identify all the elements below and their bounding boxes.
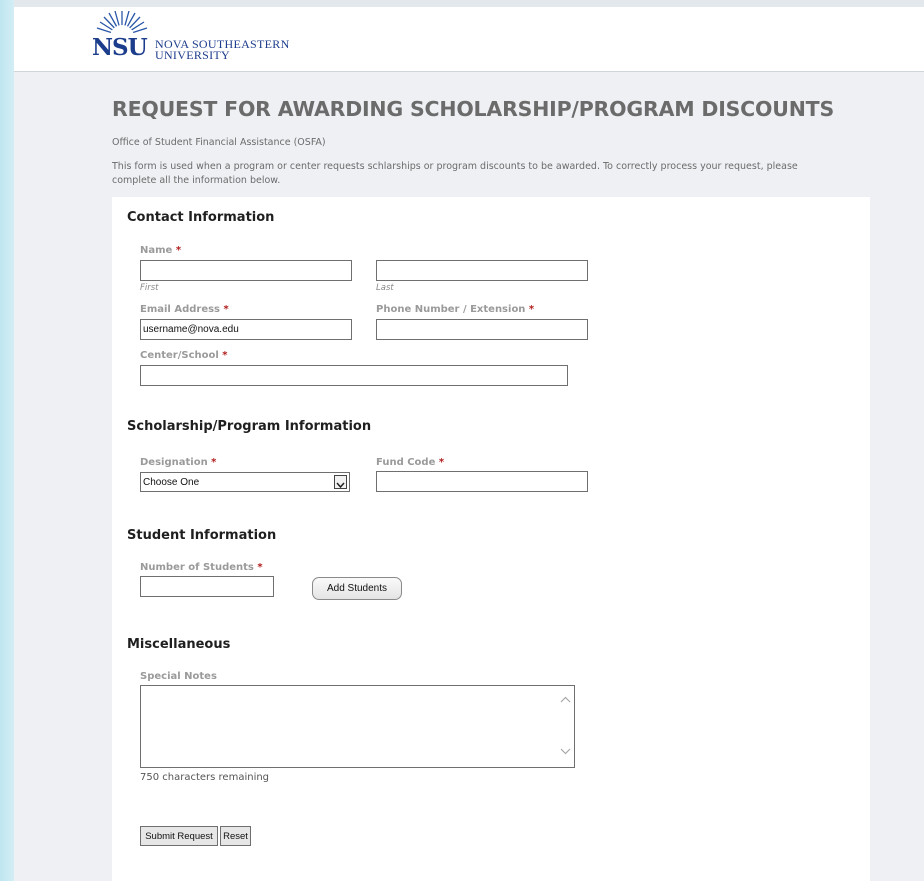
logo-name-line2: UNIVERSITY: [155, 48, 230, 62]
email-label: Email Address *: [140, 304, 229, 315]
nsu-logo[interactable]: NSU NOVA SOUTHEASTERN UNIVERSITY: [92, 11, 352, 67]
name-label: Name *: [140, 245, 182, 256]
phone-input[interactable]: [376, 319, 588, 340]
number-of-students-label: Number of Students *: [140, 562, 263, 573]
page: NSU NOVA SOUTHEASTERN UNIVERSITY REQUEST…: [14, 0, 924, 881]
student-section-heading: Student Information: [127, 528, 277, 543]
designation-label: Designation *: [140, 457, 217, 468]
notes-scrollbar[interactable]: [557, 686, 574, 767]
fund-code-input[interactable]: [376, 471, 588, 492]
email-input[interactable]: [140, 319, 352, 340]
intro-text: This form is used when a program or cent…: [112, 161, 798, 186]
special-notes-textarea[interactable]: [141, 686, 555, 767]
first-name-sublabel: First: [140, 283, 159, 293]
logo-acronym: NSU: [92, 34, 148, 61]
fund-code-label: Fund Code *: [376, 457, 445, 468]
designation-selected-value: Choose One: [143, 477, 200, 488]
misc-section-heading: Miscellaneous: [127, 637, 231, 652]
top-band: [14, 0, 924, 7]
add-students-button[interactable]: Add Students: [312, 577, 402, 600]
page-title: REQUEST FOR AWARDING SCHOLARSHIP/PROGRAM…: [112, 97, 835, 121]
phone-label: Phone Number / Extension *: [376, 304, 535, 315]
site-header: NSU NOVA SOUTHEASTERN UNIVERSITY: [14, 7, 924, 72]
request-form: Contact Information Name * First Last Em…: [112, 197, 870, 881]
required-marker: *: [223, 304, 229, 315]
required-marker: *: [438, 457, 445, 468]
chevron-down-icon[interactable]: [334, 475, 347, 489]
office-subtitle: Office of Student Financial Assistance (…: [112, 137, 326, 148]
scroll-down-arrow-icon[interactable]: [560, 747, 571, 755]
required-marker: *: [222, 350, 228, 361]
required-marker: *: [257, 562, 263, 573]
contact-section-heading: Contact Information: [127, 210, 275, 225]
designation-select[interactable]: Choose One: [140, 472, 350, 492]
characters-remaining-counter: 750 characters remaining: [140, 772, 270, 783]
center-school-label: Center/School *: [140, 350, 228, 361]
last-name-sublabel: Last: [376, 283, 394, 293]
required-marker: *: [528, 304, 535, 315]
first-name-input[interactable]: [140, 260, 352, 281]
submit-request-button[interactable]: Submit Request: [140, 826, 218, 846]
required-marker: *: [175, 245, 182, 256]
reset-button[interactable]: Reset: [220, 826, 251, 846]
number-of-students-input[interactable]: [140, 576, 274, 597]
required-marker: *: [211, 457, 217, 468]
center-school-input[interactable]: [140, 365, 568, 386]
scholarship-section-heading: Scholarship/Program Information: [127, 419, 372, 434]
scroll-up-arrow-icon[interactable]: [560, 696, 571, 704]
special-notes-box: [140, 685, 575, 768]
special-notes-label: Special Notes: [140, 671, 217, 682]
last-name-input[interactable]: [376, 260, 588, 281]
